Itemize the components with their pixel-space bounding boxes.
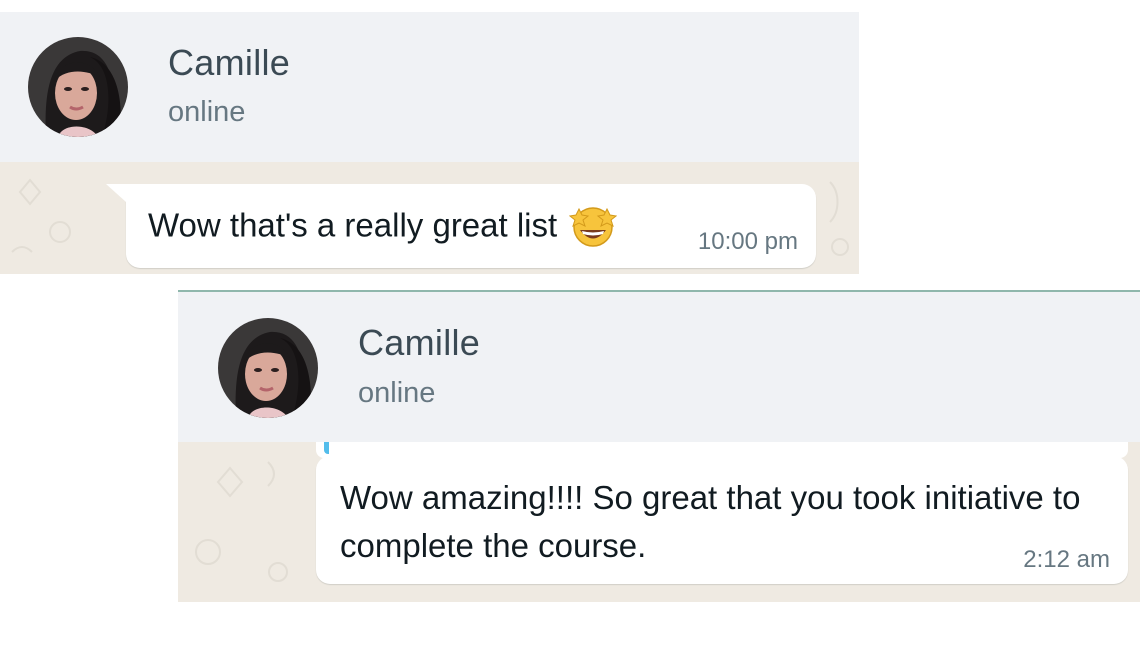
contact-name: Camille	[168, 42, 291, 83]
avatar[interactable]	[218, 318, 318, 418]
avatar[interactable]	[28, 37, 128, 137]
message-bubble[interactable]: Wow that's a really great list 10:00 pm	[106, 184, 816, 268]
contact-name: Camille	[358, 322, 481, 363]
message-text: Wow that's a really great list	[148, 206, 558, 244]
quote-accent-bar	[324, 442, 329, 454]
chat-background: Wow that's a really great list 10:00 pm	[0, 162, 859, 274]
message-text-line: Wow that's a really great list	[148, 201, 618, 252]
message-time: 10:00 pm	[697, 228, 798, 255]
message-text: Wow amazing!!!! So great that you took i…	[340, 479, 1081, 564]
bubble-tail	[106, 184, 126, 202]
contact-status: online	[358, 377, 436, 409]
chat-header[interactable]: Camille online	[178, 292, 1140, 442]
chat-screenshot-2: Camille online Wow amazing!!!! So great …	[178, 290, 1140, 602]
avatar-image	[28, 37, 128, 137]
chat-header[interactable]: Camille online	[0, 12, 859, 162]
message-bubble[interactable]: Wow amazing!!!! So great that you took i…	[316, 456, 1128, 584]
contact-status: online	[168, 96, 246, 128]
avatar-image	[218, 318, 318, 418]
chat-screenshot-1: Camille online Wow that's a really great…	[0, 12, 859, 274]
message-time: 2:12 am	[1023, 546, 1110, 573]
star-struck-emoji-icon	[569, 201, 618, 249]
